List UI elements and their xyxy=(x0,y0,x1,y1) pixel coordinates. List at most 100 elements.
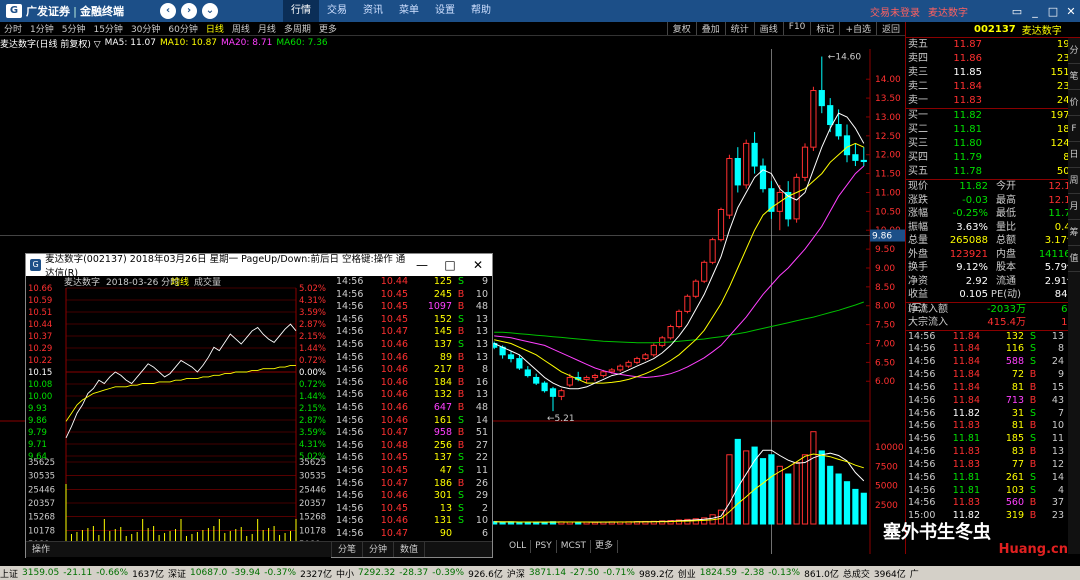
tick-side: S xyxy=(457,464,465,476)
indicator-tab-1[interactable]: PSY xyxy=(531,540,557,553)
period-tab-7[interactable]: 周线 xyxy=(228,22,254,35)
candle-body xyxy=(633,358,641,363)
mini-y-label: 10.44 xyxy=(28,320,52,330)
chart-tool-1[interactable]: 叠加 xyxy=(695,22,725,35)
back-icon[interactable]: ‹ xyxy=(160,3,176,19)
tick-volume: 184 xyxy=(433,376,452,388)
mini-y-label: 10.22 xyxy=(28,356,52,366)
tick-count: 15 xyxy=(1051,381,1064,393)
popup-tick-row: 14:56 10.45 47 S 11 xyxy=(332,465,492,478)
tick-price: 10.48 xyxy=(380,439,408,451)
tick-volume: 185 xyxy=(1005,433,1024,445)
popup-bottom-tab-1[interactable]: 分笔 xyxy=(332,542,364,557)
indicator-tab-3[interactable]: 更多 xyxy=(591,540,619,553)
side-tab-6[interactable]: 月 xyxy=(1068,194,1080,220)
stat-key2: 流通 xyxy=(996,275,1016,287)
menu-3[interactable]: 菜单 xyxy=(391,0,427,22)
popup-titlebar[interactable]: G 麦达数字(002137) 2018年03月26日 星期一 PageUp/Do… xyxy=(26,254,492,279)
maximize-icon[interactable]: □ xyxy=(1044,5,1062,18)
period-tab-1[interactable]: 1分钟 xyxy=(26,22,58,35)
period-tab-9[interactable]: 多周期 xyxy=(280,22,315,35)
collapse-icon[interactable]: ⌄ xyxy=(202,3,218,19)
period-tab-6[interactable]: 日线 xyxy=(202,22,228,35)
flow-value: 415.4万 xyxy=(987,317,1026,328)
popup-bottom-tab-2[interactable]: 分钟 xyxy=(363,542,395,557)
side-tab-3[interactable]: F xyxy=(1068,116,1080,142)
tick-time: 14:56 xyxy=(336,490,364,502)
side-tab-8[interactable]: 值 xyxy=(1068,246,1080,272)
period-tab-0[interactable]: 分时 xyxy=(0,22,26,35)
sells-volume: 1518 xyxy=(1050,67,1076,78)
chart-tool-3[interactable]: 画线 xyxy=(753,22,783,35)
side-tab-7[interactable]: 筹 xyxy=(1068,220,1080,246)
menu-2[interactable]: 资讯 xyxy=(355,0,391,22)
close-icon[interactable]: ✕ xyxy=(1062,5,1080,18)
candle-body xyxy=(827,105,834,126)
stat-value: 11.82 xyxy=(959,181,988,192)
mini-date: 2018-03-26 分时 xyxy=(106,276,179,288)
chart-tool-7[interactable]: 返回 xyxy=(875,22,905,35)
mini-vol-label-left: 15268 xyxy=(28,513,55,523)
menu-0[interactable]: 行情 xyxy=(283,0,319,22)
indicator-tab-2[interactable]: MCST xyxy=(557,540,592,553)
side-tab-2[interactable]: 价 xyxy=(1068,90,1080,116)
chart-tool-2[interactable]: 统计 xyxy=(724,22,754,35)
tick-time: 14:56 xyxy=(908,484,936,496)
maximize-icon[interactable]: □ xyxy=(436,258,464,272)
period-tab-5[interactable]: 60分钟 xyxy=(164,22,201,35)
login-notice[interactable]: 交易未登录 xyxy=(870,4,920,19)
tick-price: 10.47 xyxy=(380,527,408,539)
period-tabs: 分时 1分钟 5分钟 15分钟 30分钟 60分钟 日线 周线 月线 多周期 更多 xyxy=(0,22,341,35)
status-item: -0.39% xyxy=(432,568,465,578)
popup-bottom-tab-0[interactable]: 操作 xyxy=(26,542,332,557)
chart-title[interactable]: 麦达数字(日线 前复权) ▽ xyxy=(0,37,101,50)
stat-row: 现价 11.82 今开 12.17 xyxy=(906,180,1080,194)
period-tab-4[interactable]: 30分钟 xyxy=(127,22,164,35)
status-item: -2.38 xyxy=(740,568,765,578)
menu-5[interactable]: 帮助 xyxy=(463,0,499,22)
indicator-tab-0[interactable]: OLL xyxy=(505,540,532,553)
minimize-icon[interactable]: _ xyxy=(1026,5,1044,18)
minimize-icon[interactable]: — xyxy=(408,258,436,272)
side-tab-4[interactable]: 日 xyxy=(1068,142,1080,168)
intraday-popup-window: G 麦达数字(002137) 2018年03月26日 星期一 PageUp/Do… xyxy=(25,253,493,558)
menu-4[interactable]: 设置 xyxy=(427,0,463,22)
tick-volume: 152 xyxy=(433,313,452,325)
tick-price: 10.46 xyxy=(380,490,408,502)
menu-1[interactable]: 交易 xyxy=(319,0,355,22)
tick-time: 14:56 xyxy=(908,343,936,355)
tick-count: 37 xyxy=(1051,497,1064,509)
close-icon[interactable]: ✕ xyxy=(464,258,492,272)
y-tick-label: 14.00 xyxy=(875,75,901,85)
watermark: 塞外书生冬虫 Huang.cn xyxy=(843,512,1078,562)
chart-tool-0[interactable]: 复权 xyxy=(666,22,696,35)
forward-icon[interactable]: › xyxy=(181,3,197,19)
popup-bottom-tab-3[interactable]: 数值 xyxy=(394,542,426,557)
tick-count: 4 xyxy=(1057,484,1064,496)
period-tab-10[interactable]: 更多 xyxy=(315,22,341,35)
period-tab-8[interactable]: 月线 xyxy=(254,22,280,35)
mini-y-label: 10.37 xyxy=(28,332,52,342)
side-tab-1[interactable]: 笔 xyxy=(1068,64,1080,90)
tick-price: 10.47 xyxy=(380,477,408,489)
chart-tool-6[interactable]: +自选 xyxy=(839,22,876,35)
candle-body xyxy=(516,358,523,369)
period-tab-3[interactable]: 15分钟 xyxy=(89,22,126,35)
tick-side: S xyxy=(457,502,465,514)
buys-volume: 1976 xyxy=(1050,110,1076,121)
tick-row: 14:56 11.81 103 S 4 xyxy=(906,485,1080,498)
chart-tool-5[interactable]: 标记 xyxy=(810,22,839,35)
side-tab-5[interactable]: 周 xyxy=(1068,168,1080,194)
stat-key: 换手 xyxy=(908,262,928,273)
tick-count: 11 xyxy=(1051,433,1064,445)
restore-icon[interactable]: ▭ xyxy=(1008,5,1026,18)
mini-pct-label: 1.44% xyxy=(299,392,326,402)
stat-key: 收益(三) xyxy=(908,289,928,314)
tick-row: 14:56 11.83 83 B 13 xyxy=(906,446,1080,459)
side-tab-0[interactable]: 分 xyxy=(1068,38,1080,64)
intraday-chart[interactable]: 麦达数字 2018-03-26 分时均线 成交量 10.66 5.02% 10.59 4.3… xyxy=(26,276,331,558)
status-item: -0.66% xyxy=(96,568,129,578)
chart-tool-4[interactable]: F10 xyxy=(782,22,811,35)
candle-body xyxy=(558,390,565,397)
period-tab-2[interactable]: 5分钟 xyxy=(58,22,90,35)
